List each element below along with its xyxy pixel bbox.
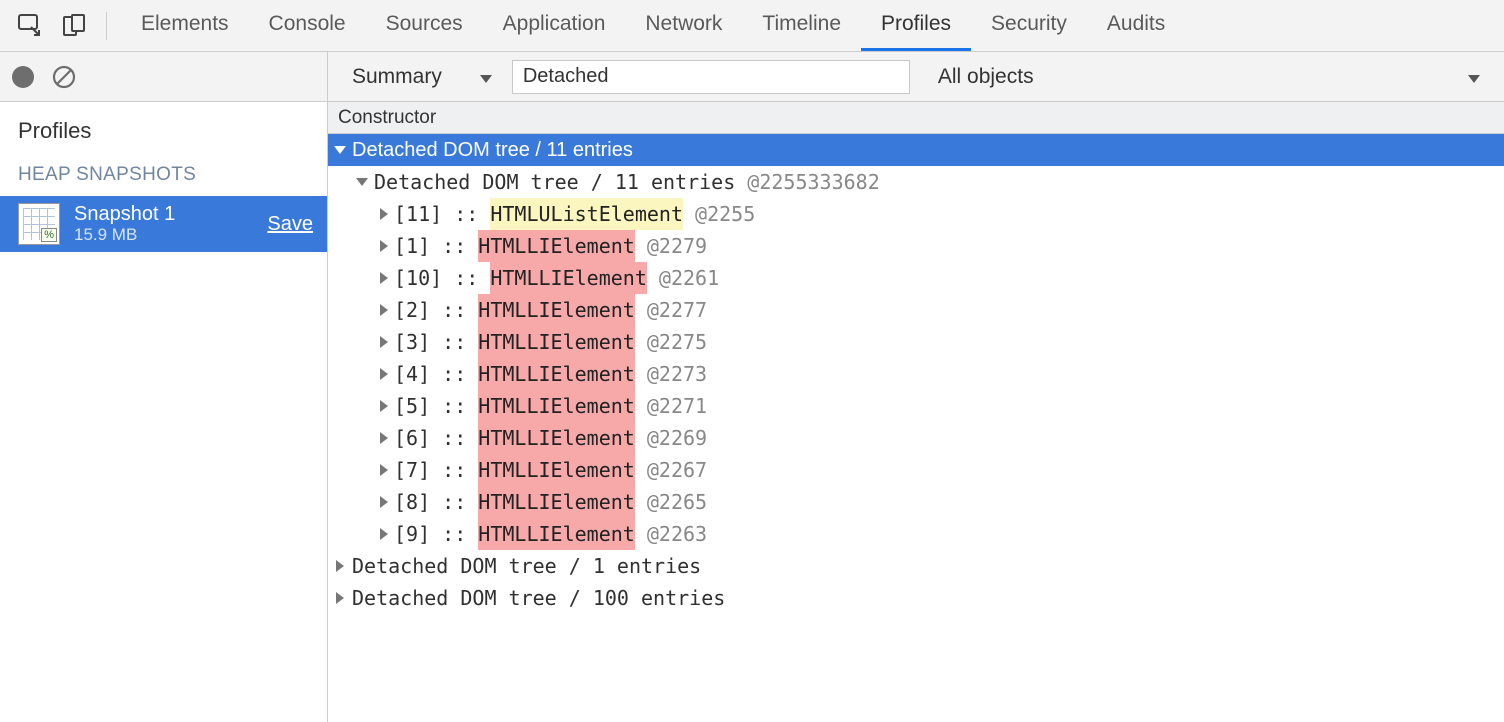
tree-node-entry[interactable]: [1] :: HTMLLIElement @2279 bbox=[328, 230, 1504, 262]
tab-console[interactable]: Console bbox=[249, 0, 366, 51]
record-button-icon[interactable] bbox=[12, 66, 34, 88]
element-type: HTMLLIElement bbox=[478, 518, 635, 550]
tree-node-entry[interactable]: [7] :: HTMLLIElement @2267 bbox=[328, 454, 1504, 486]
tab-profiles[interactable]: Profiles bbox=[861, 0, 971, 51]
chevron-down-icon[interactable] bbox=[356, 178, 368, 186]
chevron-right-icon[interactable] bbox=[380, 272, 388, 284]
group-row-collapsed[interactable]: Detached DOM tree / 100 entries bbox=[328, 582, 1504, 614]
chevron-down-icon bbox=[480, 65, 492, 89]
object-id: @2273 bbox=[647, 358, 707, 390]
object-id: @2265 bbox=[647, 486, 707, 518]
tab-elements[interactable]: Elements bbox=[121, 0, 249, 51]
sidebar-title: Profiles bbox=[0, 102, 327, 156]
chevron-right-icon[interactable] bbox=[380, 464, 388, 476]
table-header-constructor[interactable]: Constructor bbox=[328, 102, 1504, 134]
object-id: @2275 bbox=[647, 326, 707, 358]
tab-sources[interactable]: Sources bbox=[366, 0, 483, 51]
clear-icon[interactable] bbox=[52, 65, 76, 89]
chevron-right-icon[interactable] bbox=[380, 208, 388, 220]
tree-node-entry[interactable]: [10] :: HTMLLIElement @2261 bbox=[328, 262, 1504, 294]
toolbar-divider bbox=[106, 12, 107, 40]
chevron-down-icon bbox=[334, 146, 346, 154]
snapshot-save-link[interactable]: Save bbox=[267, 213, 313, 236]
tab-network[interactable]: Network bbox=[625, 0, 742, 51]
tree-node-entry[interactable]: [9] :: HTMLLIElement @2263 bbox=[328, 518, 1504, 550]
object-id: @2271 bbox=[647, 390, 707, 422]
tree-node-entry[interactable]: [5] :: HTMLLIElement @2271 bbox=[328, 390, 1504, 422]
element-type: HTMLLIElement bbox=[478, 454, 635, 486]
element-type: HTMLLIElement bbox=[478, 358, 635, 390]
tab-application[interactable]: Application bbox=[483, 0, 626, 51]
snapshot-size: 15.9 MB bbox=[74, 225, 267, 245]
object-id: @2267 bbox=[647, 454, 707, 486]
chevron-right-icon bbox=[336, 560, 344, 572]
profiles-main: Summary All objects Constructor Detached… bbox=[328, 52, 1504, 722]
chevron-right-icon bbox=[336, 592, 344, 604]
view-mode-dropdown[interactable]: Summary bbox=[342, 65, 502, 89]
snapshot-item[interactable]: % Snapshot 1 15.9 MB Save bbox=[0, 196, 327, 252]
profiles-sub-toolbar: Summary All objects bbox=[328, 52, 1504, 102]
chevron-right-icon[interactable] bbox=[380, 336, 388, 348]
element-type: HTMLLIElement bbox=[478, 294, 635, 326]
devtools-tabs: ElementsConsoleSourcesApplicationNetwork… bbox=[121, 0, 1185, 51]
tree-node-entry[interactable]: [4] :: HTMLLIElement @2273 bbox=[328, 358, 1504, 390]
objects-scope-dropdown[interactable]: All objects bbox=[928, 65, 1490, 89]
group-row-selected[interactable]: Detached DOM tree / 11 entries bbox=[328, 134, 1504, 166]
element-type: HTMLLIElement bbox=[478, 390, 635, 422]
tree-node-expanded-group[interactable]: Detached DOM tree / 11 entries @22553336… bbox=[328, 166, 1504, 198]
tree-node-entry[interactable]: [8] :: HTMLLIElement @2265 bbox=[328, 486, 1504, 518]
tree-node-entry[interactable]: [6] :: HTMLLIElement @2269 bbox=[328, 422, 1504, 454]
tab-audits[interactable]: Audits bbox=[1087, 0, 1185, 51]
element-type: HTMLLIElement bbox=[478, 326, 635, 358]
chevron-right-icon[interactable] bbox=[380, 496, 388, 508]
object-id: @2261 bbox=[659, 262, 719, 294]
object-id: @2279 bbox=[647, 230, 707, 262]
element-type: HTMLLIElement bbox=[478, 422, 635, 454]
object-id: @2255 bbox=[695, 198, 755, 230]
class-filter-input[interactable] bbox=[512, 60, 910, 94]
tree-node-entry[interactable]: [3] :: HTMLLIElement @2275 bbox=[328, 326, 1504, 358]
tree-node-entry[interactable]: [11] :: HTMLUListElement @2255 bbox=[328, 198, 1504, 230]
snapshot-icon: % bbox=[18, 203, 60, 245]
chevron-right-icon[interactable] bbox=[380, 400, 388, 412]
chevron-down-icon bbox=[1468, 65, 1480, 89]
tab-timeline[interactable]: Timeline bbox=[742, 0, 861, 51]
chevron-right-icon[interactable] bbox=[380, 240, 388, 252]
object-id: @2277 bbox=[647, 294, 707, 326]
element-type: HTMLLIElement bbox=[478, 486, 635, 518]
toggle-device-icon[interactable] bbox=[56, 8, 92, 44]
group-row-collapsed[interactable]: Detached DOM tree / 1 entries bbox=[328, 550, 1504, 582]
chevron-right-icon[interactable] bbox=[380, 368, 388, 380]
sidebar-toolbar bbox=[0, 52, 327, 102]
constructor-tree: Detached DOM tree / 11 entries @22553336… bbox=[328, 166, 1504, 614]
inspect-element-icon[interactable] bbox=[12, 8, 48, 44]
chevron-right-icon[interactable] bbox=[380, 432, 388, 444]
object-id: @2269 bbox=[647, 422, 707, 454]
snapshot-name: Snapshot 1 bbox=[74, 203, 267, 225]
tab-security[interactable]: Security bbox=[971, 0, 1087, 51]
element-type: HTMLLIElement bbox=[490, 262, 647, 294]
devtools-toolbar: ElementsConsoleSourcesApplicationNetwork… bbox=[0, 0, 1504, 52]
object-id: @2263 bbox=[647, 518, 707, 550]
chevron-right-icon[interactable] bbox=[380, 304, 388, 316]
chevron-right-icon[interactable] bbox=[380, 528, 388, 540]
element-type: HTMLLIElement bbox=[478, 230, 635, 262]
element-type: HTMLUListElement bbox=[490, 198, 683, 230]
tree-node-entry[interactable]: [2] :: HTMLLIElement @2277 bbox=[328, 294, 1504, 326]
sidebar-section-heap-snapshots: HEAP SNAPSHOTS bbox=[0, 156, 327, 196]
profiles-sidebar: Profiles HEAP SNAPSHOTS % Snapshot 1 15.… bbox=[0, 52, 328, 722]
